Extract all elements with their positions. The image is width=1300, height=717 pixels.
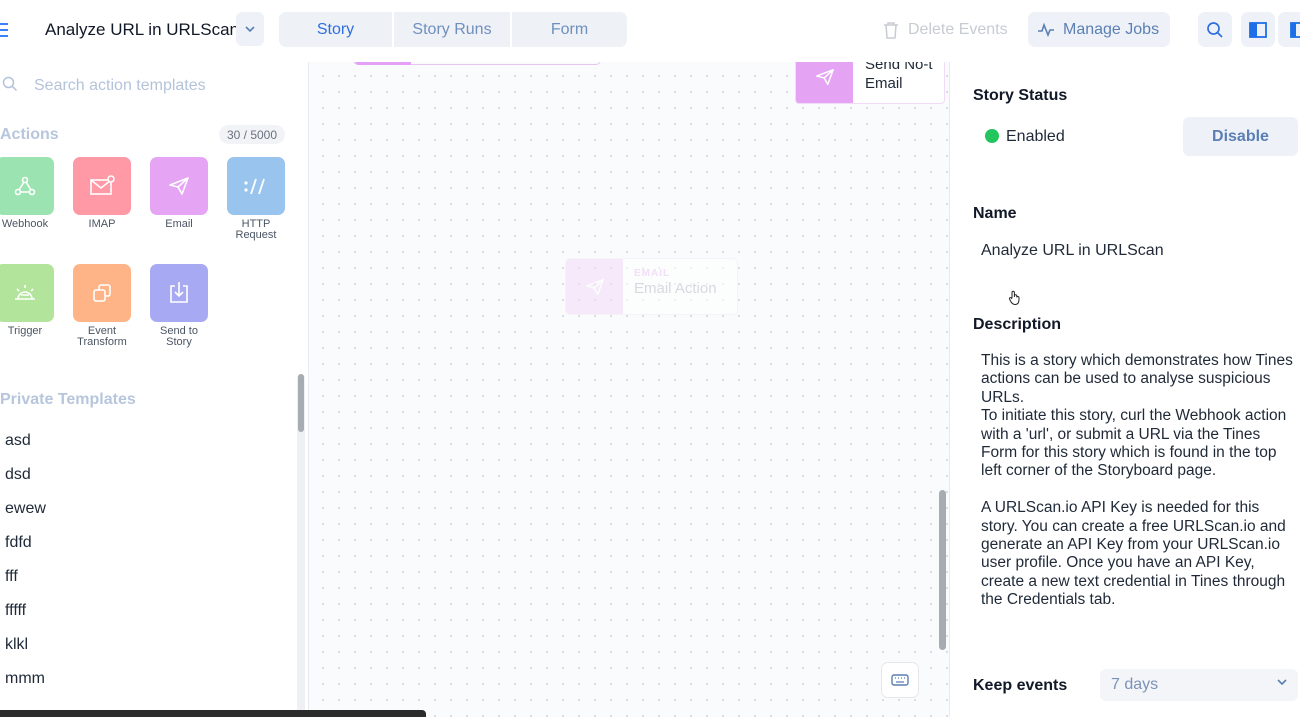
action-send-to-story[interactable]: Send to Story	[144, 264, 214, 348]
action-templates-panel: Actions 30 / 5000 Webhook IMAP Email HTT…	[0, 62, 309, 717]
trash-icon	[884, 22, 898, 39]
scrollbar-thumb[interactable]	[939, 490, 946, 650]
chevron-down-icon	[245, 26, 255, 33]
webhook-icon	[0, 157, 54, 215]
send-icon	[150, 157, 208, 215]
action-label: HTTP Request	[235, 218, 277, 241]
manage-jobs-button[interactable]: Manage Jobs	[1028, 12, 1170, 47]
list-item[interactable]: fffff	[0, 594, 290, 628]
mail-icon	[73, 157, 131, 215]
search-icon	[2, 76, 18, 97]
action-label: Send to Story	[160, 325, 198, 348]
send-icon	[796, 62, 853, 103]
toggle-left-panel-button[interactable]	[1241, 12, 1275, 47]
transform-icon	[73, 264, 131, 322]
toggle-right-panel-button[interactable]	[1278, 12, 1300, 47]
list-item[interactable]: fdfd	[0, 526, 290, 560]
keep-events-select[interactable]: 7 days	[1100, 669, 1298, 701]
tab-story[interactable]: Story	[279, 12, 392, 47]
action-email[interactable]: Email	[144, 157, 214, 230]
manage-jobs-label: Manage Jobs	[1063, 20, 1160, 38]
top-toolbar: Analyze URL in URLScan Story Story Runs …	[0, 0, 1300, 62]
action-label: Webhook	[1, 218, 49, 230]
delete-events-button[interactable]: Delete Events	[882, 16, 1008, 44]
panel-right-icon	[1290, 21, 1300, 38]
action-node-email-ghost[interactable]: EMAIL Email Action	[565, 258, 738, 315]
list-item[interactable]: asd	[0, 424, 290, 458]
menu-icon[interactable]	[0, 20, 8, 40]
list-item[interactable]: ewew	[0, 492, 290, 526]
actions-count-badge: 30 / 5000	[219, 125, 285, 144]
story-tabs: Story Story Runs Form	[279, 12, 627, 47]
list-item[interactable]: fff	[0, 560, 290, 594]
send-to-story-icon	[150, 264, 208, 322]
keyboard-shortcuts-button[interactable]	[881, 662, 919, 698]
action-node-type: EMAIL	[634, 268, 671, 279]
hand-cursor-icon	[1008, 290, 1022, 311]
story-details-panel: Story Status Enabled Disable Name Analyz…	[949, 62, 1300, 717]
name-heading: Name	[973, 205, 1017, 222]
action-label: Trigger	[7, 325, 43, 337]
status-indicator	[985, 129, 999, 143]
description-field[interactable]: This is a story which demonstrates how T…	[981, 352, 1299, 610]
action-http-request[interactable]: HTTP Request	[221, 157, 291, 241]
description-heading: Description	[973, 316, 1062, 333]
chevron-down-icon	[1277, 679, 1287, 686]
panel-left-icon	[1249, 21, 1267, 38]
action-event-transform[interactable]: Event Transform	[67, 264, 137, 348]
action-label: Email	[165, 218, 193, 230]
action-node-send-email[interactable]: Send No-t Email	[795, 62, 945, 104]
activity-icon	[1038, 22, 1054, 37]
list-item[interactable]: klkl	[0, 628, 290, 662]
private-templates-list: asd dsd ewew fdfd fff fffff klkl mmm	[0, 424, 290, 696]
delete-events-label: Delete Events	[908, 21, 1008, 38]
tab-form[interactable]: Form	[512, 12, 627, 47]
send-icon	[566, 259, 623, 314]
name-field[interactable]: Analyze URL in URLScan	[973, 232, 1298, 270]
action-trigger[interactable]: Trigger	[0, 264, 60, 337]
search-templates-input[interactable]	[26, 72, 296, 100]
tab-story-runs[interactable]: Story Runs	[394, 12, 510, 47]
action-webhook[interactable]: Webhook	[0, 157, 60, 230]
story-title: Analyze URL in URLScan	[45, 20, 240, 39]
list-item[interactable]: mmm	[0, 662, 290, 696]
story-status-heading: Story Status	[973, 87, 1068, 104]
private-templates-heading: Private Templates	[0, 391, 136, 408]
list-item[interactable]: dsd	[0, 458, 290, 492]
keep-events-heading: Keep events	[973, 677, 1068, 694]
bottom-status-bar	[0, 710, 426, 717]
search-icon	[1207, 21, 1223, 38]
disable-button[interactable]: Disable	[1183, 117, 1298, 156]
keyboard-icon	[891, 674, 909, 686]
http-icon	[227, 157, 285, 215]
search-button[interactable]	[1198, 12, 1232, 47]
actions-heading: Actions	[0, 126, 59, 143]
scrollbar-thumb[interactable]	[298, 374, 304, 432]
action-node-label: Send No-t Email	[865, 62, 933, 92]
storyboard-canvas[interactable]: Send No-t Email EMAIL Email Action	[309, 62, 949, 717]
trigger-icon	[0, 264, 54, 322]
action-imap[interactable]: IMAP	[67, 157, 137, 230]
action-node-color-strip	[355, 62, 411, 65]
action-label: Event Transform	[77, 325, 127, 348]
action-node-name: Email Action	[634, 280, 717, 297]
story-switcher-button[interactable]	[236, 12, 264, 46]
keep-events-value: 7 days	[1111, 676, 1159, 693]
action-label: IMAP	[88, 218, 116, 230]
status-text: Enabled	[1006, 128, 1065, 145]
